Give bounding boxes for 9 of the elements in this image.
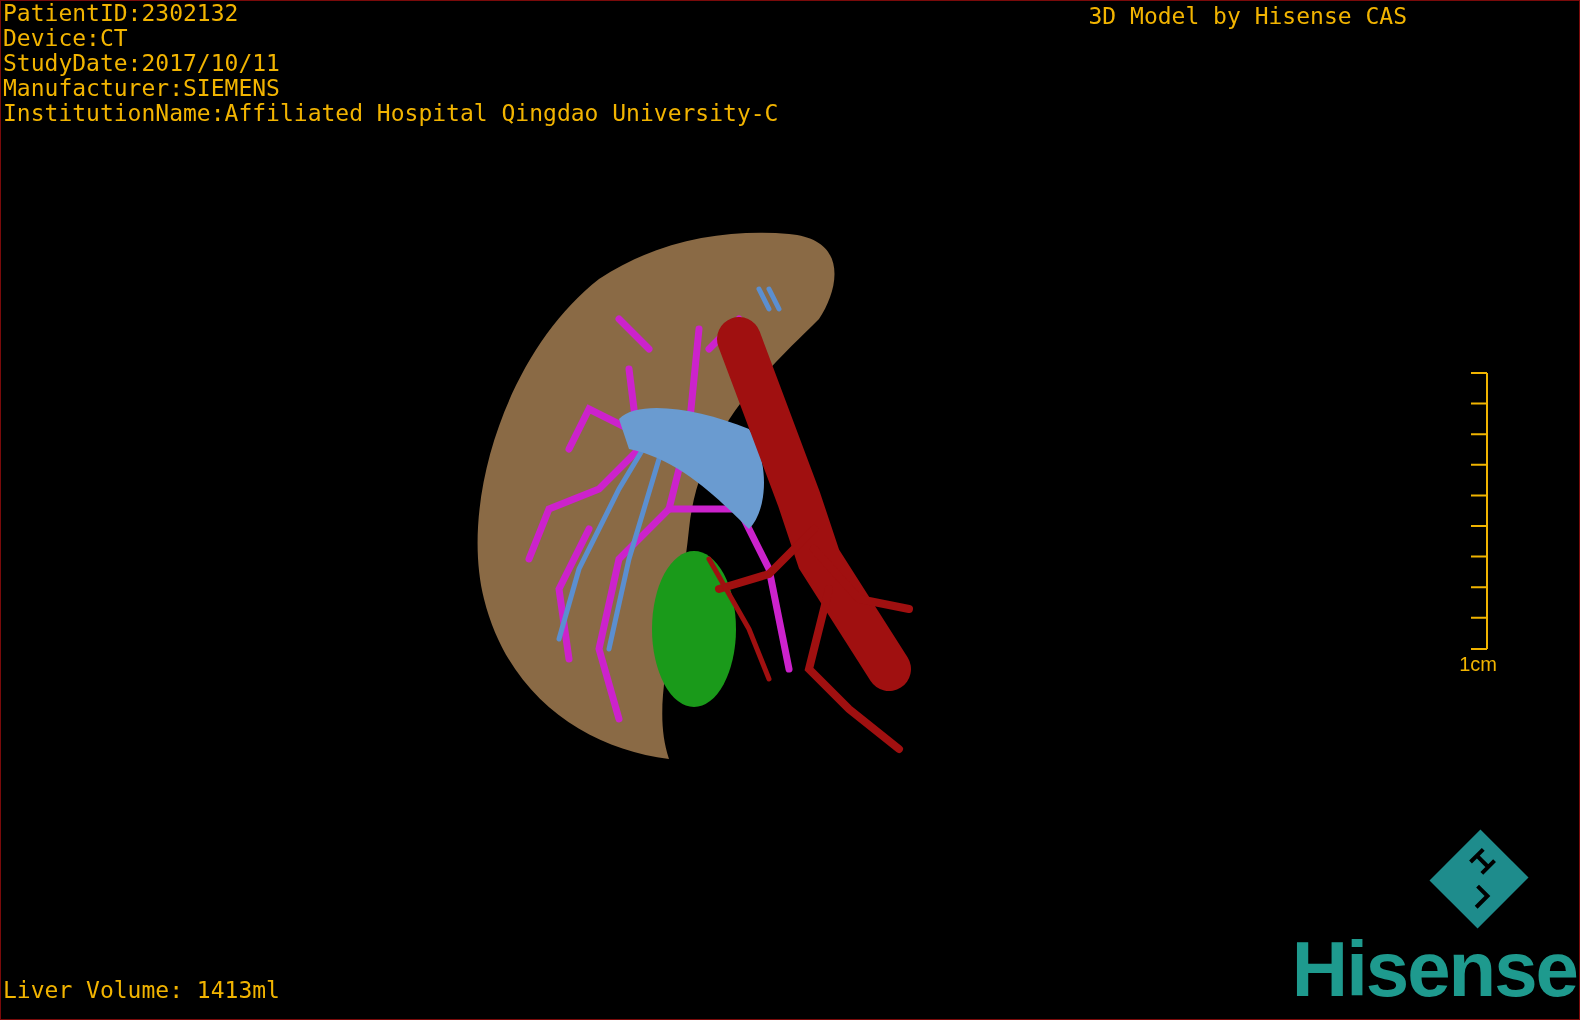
study-info-text: InstitutionName:Affiliated Hospital Qingdao University-C: [3, 101, 779, 126]
scale-label: 1cm: [1459, 652, 1497, 676]
logo-wordmark: Hisense: [1291, 933, 1577, 1005]
study-info-text: Manufacturer:SIEMENS: [3, 76, 281, 101]
study-info-text: StudyDate:2017/10/11: [3, 51, 281, 76]
liver-volume-label: Liver Volume: 1413ml: [2, 977, 280, 1005]
study-info-text: Device:CT: [3, 26, 129, 51]
study-info-text: PatientID:2302132: [3, 1, 240, 26]
viewer-title: 3D Model by Hisense CAS: [1088, 2, 1408, 31]
